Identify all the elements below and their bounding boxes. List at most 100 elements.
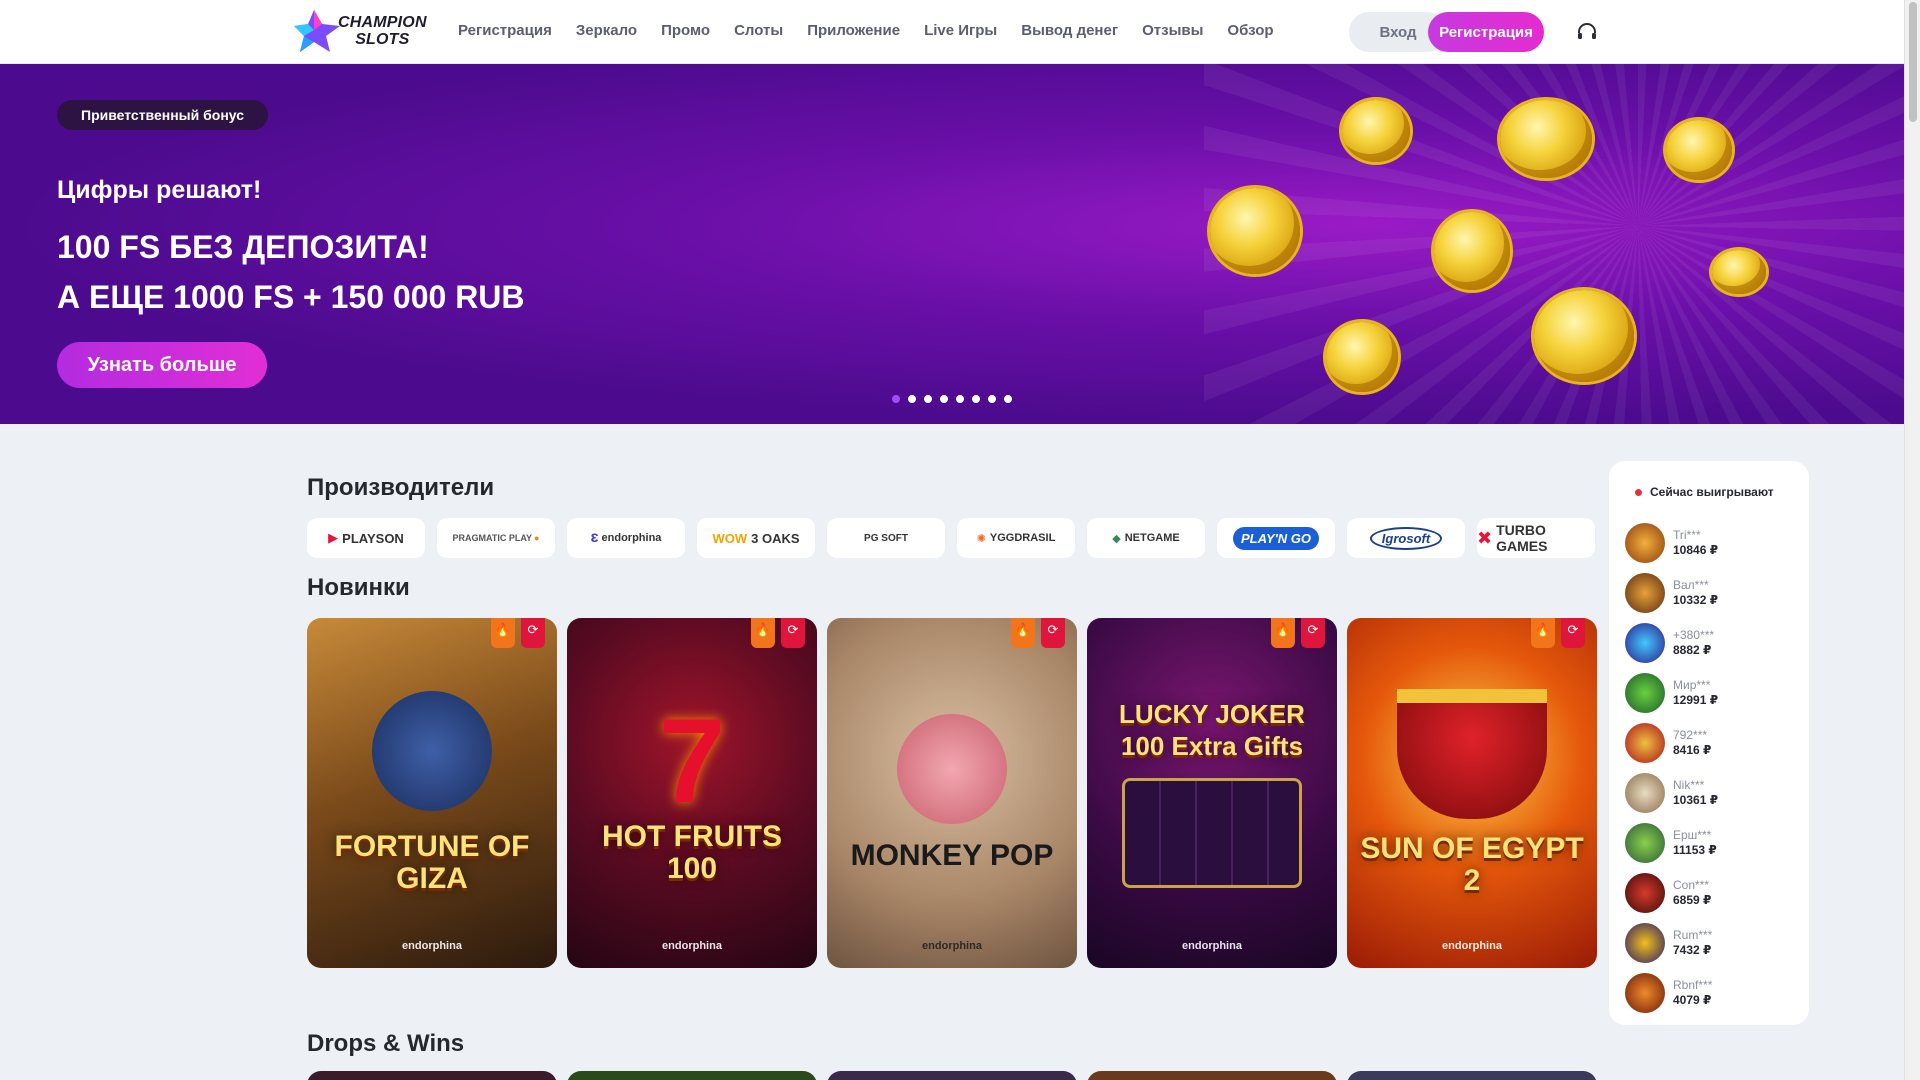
nav-reviews[interactable]: Отзывы [1142, 22, 1203, 39]
drop-card[interactable] [1087, 1071, 1337, 1080]
provider-label: NETGAME [1124, 532, 1180, 544]
game-card[interactable]: 🔥 ⟳ LUCKY JOKER 100 Extra Gifts endorphi… [1087, 618, 1337, 968]
nav-slots[interactable]: Слоты [734, 22, 783, 39]
sync-icon: ⟳ [1301, 618, 1325, 648]
slider-dot[interactable] [972, 395, 980, 403]
winner-row[interactable]: Nik*** 10361 ₽ [1625, 773, 1795, 813]
provider-3oaks[interactable]: WOW 3 OAKS [697, 518, 815, 558]
provider-igrosoft[interactable]: Igrosoft [1347, 518, 1465, 558]
register-button[interactable]: Регистрация [1428, 12, 1544, 52]
winner-name: Con*** [1673, 878, 1710, 892]
slider-dot[interactable] [892, 395, 900, 403]
winner-name: Мир*** [1673, 678, 1711, 692]
provider-label: endorphina [601, 532, 662, 544]
logo-line-2: SLOTS [355, 31, 410, 48]
game-card[interactable]: 🔥 ⟳ 7 HOT FRUITS 100 endorphina [567, 618, 817, 968]
winner-row[interactable]: Con*** 6859 ₽ [1625, 873, 1795, 913]
welcome-bonus-badge: Приветственный бонус [57, 100, 269, 130]
game-badges: 🔥 ⟳ [1011, 618, 1065, 648]
slider-dot[interactable] [988, 395, 996, 403]
provider-playson[interactable]: ▶ PLAYSON [307, 518, 425, 558]
winner-name: Вал*** [1673, 578, 1709, 592]
provider-endorphina[interactable]: ɛ endorphina [567, 518, 685, 558]
winner-game-thumb [1625, 523, 1665, 563]
live-dot-icon [1635, 488, 1642, 496]
game-title: HOT FRUITS 100 [602, 820, 782, 885]
scrollbar-thumb[interactable] [1909, 2, 1917, 122]
nav-live-games[interactable]: Live Игры [924, 22, 997, 39]
nav-mirror[interactable]: Зеркало [576, 22, 637, 39]
slider-dot[interactable] [956, 395, 964, 403]
winner-game-thumb [1625, 823, 1665, 863]
drop-card[interactable] [567, 1071, 817, 1080]
game-provider: endorphina [922, 940, 982, 952]
slider-dot[interactable] [908, 395, 916, 403]
slider-dot[interactable] [924, 395, 932, 403]
provider-yggdrasil[interactable]: ✺ YGGDRASIL [957, 518, 1075, 558]
provider-pragmatic[interactable]: PRAGMATIC PLAY ● [437, 518, 555, 558]
winner-name: +380*** [1673, 628, 1715, 642]
slider-dot[interactable] [940, 395, 948, 403]
winner-game-thumb [1625, 723, 1665, 763]
game-artwork [897, 714, 1007, 824]
nav-registration[interactable]: Регистрация [458, 22, 552, 39]
provider-pgsoft[interactable]: PG SOFT [827, 518, 945, 558]
winner-row[interactable]: Мир*** 12991 ₽ [1625, 673, 1795, 713]
learn-more-button[interactable]: Узнать больше [57, 342, 267, 388]
winner-amount: 10846 ₽ [1673, 543, 1719, 557]
sync-icon: ⟳ [521, 618, 545, 648]
winner-amount: 10361 ₽ [1673, 793, 1719, 807]
provider-label: YGGDRASIL [989, 532, 1056, 544]
winner-game-thumb [1625, 973, 1665, 1013]
logo[interactable]: CHAMPION SLOTS [294, 8, 436, 54]
drops-grid [307, 1071, 1597, 1080]
fire-icon: 🔥 [1531, 618, 1555, 648]
nav-app[interactable]: Приложение [807, 22, 900, 39]
headset-icon[interactable] [1575, 20, 1599, 44]
game-title: SUN OF EGYPT 2 [1360, 832, 1584, 897]
winners-header: Сейчас выигрывают [1635, 485, 1774, 499]
slider-dots [892, 395, 1012, 403]
winners-panel: Сейчас выигрывают Tri*** 10846 ₽ Вал*** 10… [1609, 461, 1809, 1025]
winner-game-thumb [1625, 623, 1665, 663]
game-reels [1122, 778, 1302, 888]
provider-label: TURBO GAMES [1496, 522, 1548, 554]
drop-card[interactable] [827, 1071, 1077, 1080]
winner-row[interactable]: Rbnf*** 4079 ₽ [1625, 973, 1795, 1013]
game-provider: endorphina [662, 940, 722, 952]
winner-row[interactable]: +380*** 8882 ₽ [1625, 623, 1795, 663]
nav-overview[interactable]: Обзор [1227, 22, 1273, 39]
winner-amount: 6859 ₽ [1673, 893, 1712, 907]
fire-icon: 🔥 [1271, 618, 1295, 648]
winner-row[interactable]: Tri*** 10846 ₽ [1625, 523, 1795, 563]
nav-withdrawal[interactable]: Вывод денег [1021, 22, 1118, 39]
drop-card[interactable] [307, 1071, 557, 1080]
game-card[interactable]: 🔥 ⟳ MONKEY POP endorphina [827, 618, 1077, 968]
game-card[interactable]: 🔥 ⟳ FORTUNE OF GIZA endorphina [307, 618, 557, 968]
provider-playngo[interactable]: PLAY'N GO [1217, 518, 1335, 558]
game-card[interactable]: 🔥 ⟳ SUN OF EGYPT 2 endorphina [1347, 618, 1597, 968]
winner-row[interactable]: 792*** 8416 ₽ [1625, 723, 1795, 763]
page-scrollbar[interactable] [1904, 0, 1920, 1080]
winner-game-thumb [1625, 923, 1665, 963]
winner-amount: 10332 ₽ [1673, 593, 1719, 607]
coin-image [1342, 100, 1410, 162]
hero-subtitle: Цифры решают! [57, 176, 262, 204]
nav-promo[interactable]: Промо [661, 22, 710, 39]
winner-row[interactable]: Ерш*** 11153 ₽ [1625, 823, 1795, 863]
winner-game-thumb [1625, 673, 1665, 713]
game-provider: endorphina [1182, 940, 1242, 952]
winner-name: Rbnf*** [1673, 978, 1713, 992]
winner-game-thumb [1625, 573, 1665, 613]
provider-netgame[interactable]: ◆ NETGAME [1087, 518, 1205, 558]
game-badges: 🔥 ⟳ [1271, 618, 1325, 648]
hero-title: 100 FS БЕЗ ДЕПОЗИТА! А ЕЩЕ 1000 FS + 150… [57, 222, 525, 322]
drop-card[interactable] [1347, 1071, 1597, 1080]
slider-dot[interactable] [1004, 395, 1012, 403]
winner-row[interactable]: Rum*** 7432 ₽ [1625, 923, 1795, 963]
winner-name: 792*** [1673, 728, 1708, 742]
winner-row[interactable]: Вал*** 10332 ₽ [1625, 573, 1795, 613]
provider-turbogames[interactable]: ✖ TURBO GAMES [1477, 518, 1595, 558]
fire-icon: 🔥 [751, 618, 775, 648]
winner-amount: 8882 ₽ [1673, 643, 1712, 657]
